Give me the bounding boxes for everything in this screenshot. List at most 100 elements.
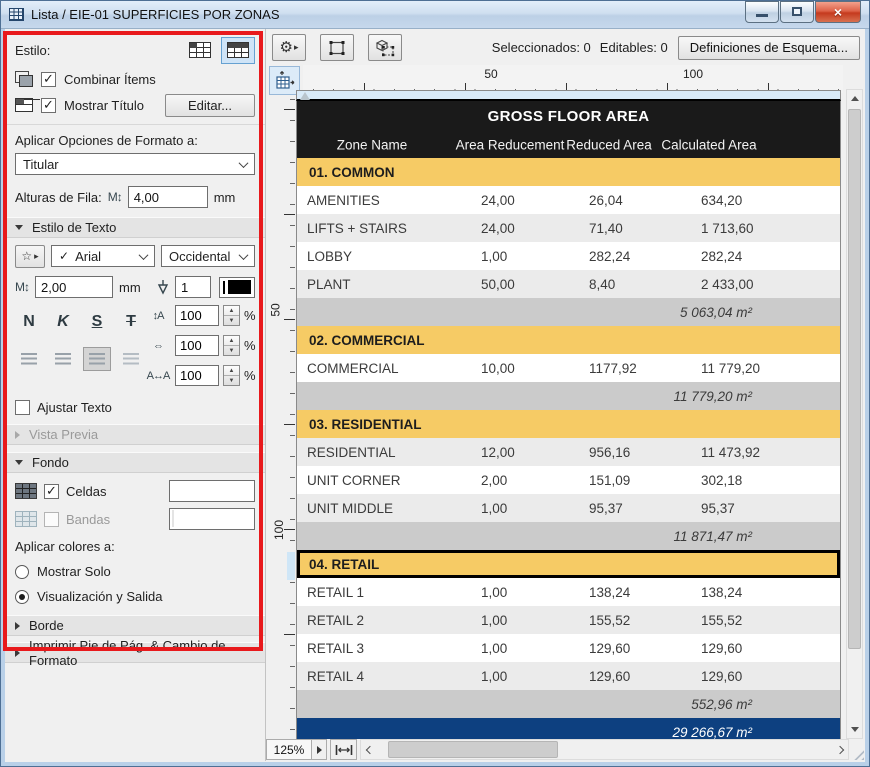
value-cell[interactable]: 1,00: [481, 662, 589, 690]
zoom-menu-button[interactable]: [312, 739, 327, 760]
table-row[interactable]: RETAIL 31,00129,60129,60: [297, 634, 840, 662]
zone-name-cell[interactable]: PLANT: [297, 270, 481, 298]
table-row[interactable]: RETAIL 41,00129,60129,60: [297, 662, 840, 690]
value-cell[interactable]: 8,40: [589, 270, 701, 298]
scroll-right-button[interactable]: [831, 740, 848, 759]
value-cell[interactable]: 138,24: [589, 578, 701, 606]
background-section-header[interactable]: Fondo: [5, 452, 265, 473]
zone-name-cell[interactable]: RETAIL 2: [297, 606, 481, 634]
value-cell[interactable]: 1,00: [481, 606, 589, 634]
vertical-scrollbar[interactable]: [846, 89, 863, 739]
format-target-select[interactable]: Titular: [15, 153, 255, 175]
print-footer-section-header[interactable]: Imprimir Pie de Pág. & Cambio de Formato: [5, 642, 265, 663]
favorites-button[interactable]: ☆▸: [15, 245, 45, 268]
bands-checkbox[interactable]: [44, 512, 59, 527]
letter-spacing-stepper[interactable]: ▲▼: [223, 365, 240, 386]
value-cell[interactable]: 2,00: [481, 466, 589, 494]
align-justify-button[interactable]: [117, 347, 145, 371]
close-button[interactable]: ×: [815, 1, 861, 23]
value-cell[interactable]: 138,24: [701, 578, 840, 606]
value-cell[interactable]: 1,00: [481, 494, 589, 522]
value-cell[interactable]: 282,24: [589, 242, 701, 270]
table-row[interactable]: AMENITIES24,0026,04634,20: [297, 186, 840, 214]
style-flat-button[interactable]: [183, 37, 217, 64]
value-cell[interactable]: 155,52: [589, 606, 701, 634]
value-cell[interactable]: 1,00: [481, 578, 589, 606]
font-size-input[interactable]: [35, 276, 113, 298]
italic-button[interactable]: K: [49, 309, 77, 335]
zone-name-cell[interactable]: LIFTS + STAIRS: [297, 214, 481, 242]
combine-items-checkbox[interactable]: ✓: [41, 72, 56, 87]
show-title-checkbox[interactable]: ✓: [41, 98, 56, 113]
cells-checkbox[interactable]: ✓: [44, 484, 59, 499]
align-left-button[interactable]: [15, 347, 43, 371]
zone-name-cell[interactable]: RETAIL 4: [297, 662, 481, 690]
settings-menu-button[interactable]: ⚙ ▸: [272, 34, 306, 61]
restore-button[interactable]: [780, 1, 814, 23]
value-cell[interactable]: 95,37: [701, 494, 840, 522]
select-in-model-button[interactable]: [368, 34, 402, 61]
zone-name-cell[interactable]: RETAIL 3: [297, 634, 481, 662]
zone-header-row[interactable]: 01. COMMON: [297, 158, 840, 186]
table-row[interactable]: RETAIL 21,00155,52155,52: [297, 606, 840, 634]
resize-grip[interactable]: [849, 739, 864, 760]
zone-header-row[interactable]: 04. RETAIL: [297, 550, 840, 578]
value-cell[interactable]: 11 779,20: [701, 354, 840, 382]
line-spacing-input[interactable]: [175, 305, 219, 326]
value-cell[interactable]: 129,60: [589, 662, 701, 690]
fit-width-button[interactable]: [330, 739, 357, 760]
table-row[interactable]: RETAIL 11,00138,24138,24: [297, 578, 840, 606]
zone-header-row[interactable]: 03. RESIDENTIAL: [297, 410, 840, 438]
value-cell[interactable]: 1,00: [481, 634, 589, 662]
bold-button[interactable]: N: [15, 309, 43, 335]
value-cell[interactable]: 71,40: [589, 214, 701, 242]
font-family-select[interactable]: ✓ Arial: [51, 245, 155, 267]
value-cell[interactable]: 282,24: [701, 242, 840, 270]
show-only-radio[interactable]: [15, 565, 29, 579]
horizontal-scrollbar[interactable]: [360, 739, 849, 760]
pen-color-button[interactable]: [219, 277, 255, 298]
edit-title-button[interactable]: Editar...: [165, 94, 255, 117]
value-cell[interactable]: 151,09: [589, 466, 701, 494]
value-cell[interactable]: 129,60: [701, 662, 840, 690]
value-cell[interactable]: 2 433,00: [701, 270, 840, 298]
table-row[interactable]: UNIT CORNER2,00151,09302,18: [297, 466, 840, 494]
letter-spacing-input[interactable]: [175, 365, 219, 386]
font-script-select[interactable]: Occidental: [161, 245, 255, 267]
table-row[interactable]: LOBBY1,00282,24282,24: [297, 242, 840, 270]
value-cell[interactable]: 95,37: [589, 494, 701, 522]
scroll-up-button[interactable]: [847, 90, 862, 107]
strikethrough-button[interactable]: T: [117, 309, 145, 335]
value-cell[interactable]: 50,00: [481, 270, 589, 298]
table-row[interactable]: LIFTS + STAIRS24,0071,401 713,60: [297, 214, 840, 242]
value-cell[interactable]: 1,00: [481, 242, 589, 270]
table-row[interactable]: PLANT50,008,402 433,00: [297, 270, 840, 298]
value-cell[interactable]: 956,16: [589, 438, 701, 466]
value-cell[interactable]: 129,60: [589, 634, 701, 662]
value-cell[interactable]: 634,20: [701, 186, 840, 214]
value-cell[interactable]: 24,00: [481, 186, 589, 214]
style-header-button[interactable]: [221, 37, 255, 64]
line-spacing-stepper[interactable]: ▲▼: [223, 305, 240, 326]
row-height-input[interactable]: [128, 186, 208, 208]
width-factor-input[interactable]: [175, 335, 219, 356]
value-cell[interactable]: 302,18: [701, 466, 840, 494]
value-cell[interactable]: 129,60: [701, 634, 840, 662]
table-row[interactable]: RESIDENTIAL12,00956,1611 473,92: [297, 438, 840, 466]
wrap-text-checkbox[interactable]: [15, 400, 30, 415]
zone-name-cell[interactable]: COMMERCIAL: [297, 354, 481, 382]
value-cell[interactable]: 1177,92: [589, 354, 701, 382]
zone-name-cell[interactable]: RESIDENTIAL: [297, 438, 481, 466]
horizontal-scroll-track[interactable]: [378, 740, 831, 759]
value-cell[interactable]: 26,04: [589, 186, 701, 214]
zoom-level-field[interactable]: 125%: [266, 739, 312, 760]
scheme-settings-button[interactable]: Definiciones de Esquema...: [678, 36, 860, 60]
pen-number-input[interactable]: [175, 276, 211, 298]
value-cell[interactable]: 155,52: [701, 606, 840, 634]
zone-name-cell[interactable]: RETAIL 1: [297, 578, 481, 606]
width-factor-stepper[interactable]: ▲▼: [223, 335, 240, 356]
vertical-scroll-thumb[interactable]: [848, 109, 861, 649]
zone-name-cell[interactable]: LOBBY: [297, 242, 481, 270]
scroll-left-button[interactable]: [361, 740, 378, 759]
table-row[interactable]: UNIT MIDDLE1,0095,3795,37: [297, 494, 840, 522]
